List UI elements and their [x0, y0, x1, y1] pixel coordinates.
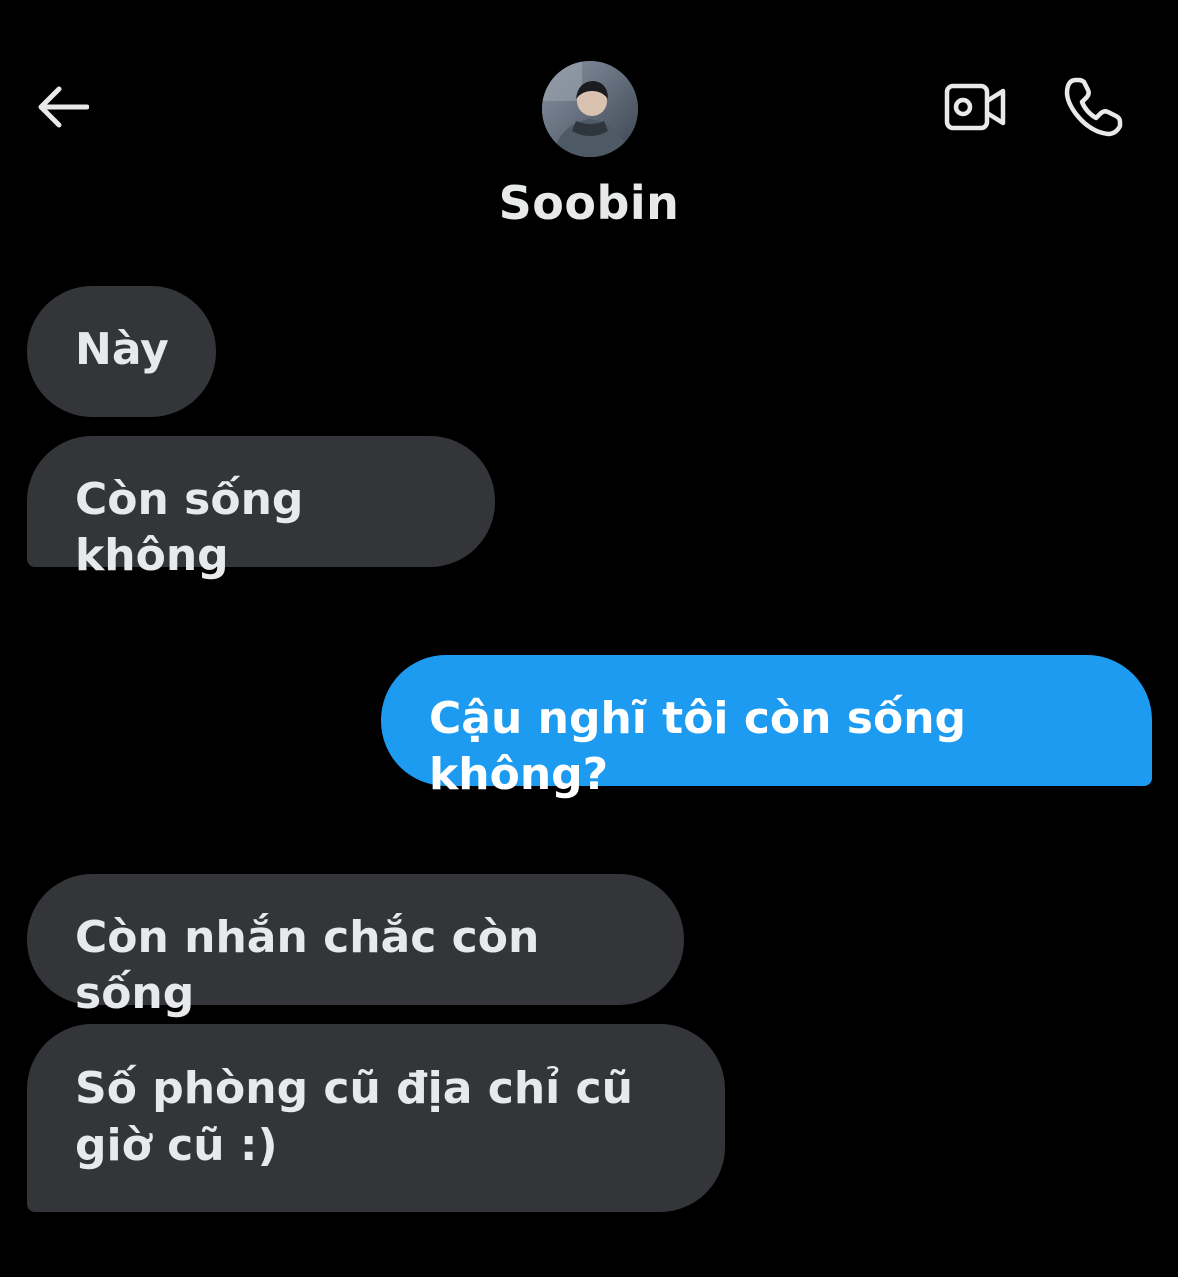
contact-name[interactable]: Soobin: [0, 176, 1178, 230]
message-bubble-incoming[interactable]: Số phòng cũ địa chỉ cũ giờ cũ :): [27, 1024, 725, 1212]
message-bubble-incoming[interactable]: Này: [27, 286, 216, 417]
voice-call-button[interactable]: [1058, 74, 1128, 144]
avatar-image: [542, 61, 638, 157]
message-text: Số phòng cũ địa chỉ cũ giờ cũ :): [75, 1063, 633, 1171]
arrow-left-icon: [33, 83, 90, 135]
message-text: Cậu nghĩ tôi còn sống không?: [429, 693, 967, 800]
message-bubble-outgoing[interactable]: Cậu nghĩ tôi còn sống không?: [381, 655, 1152, 800]
message-text: Còn nhắn chắc còn sống: [75, 912, 540, 1019]
message-bubble-incoming[interactable]: Còn sống không: [27, 436, 495, 581]
phone-icon: [1062, 76, 1124, 142]
message-text: Này: [75, 324, 169, 375]
avatar[interactable]: [542, 61, 638, 157]
video-call-button[interactable]: [940, 76, 1010, 142]
message-bubble-incoming[interactable]: Còn nhắn chắc còn sống: [27, 874, 684, 1019]
video-camera-icon: [943, 81, 1007, 137]
message-text: Còn sống không: [75, 474, 304, 581]
back-button[interactable]: [28, 76, 94, 142]
